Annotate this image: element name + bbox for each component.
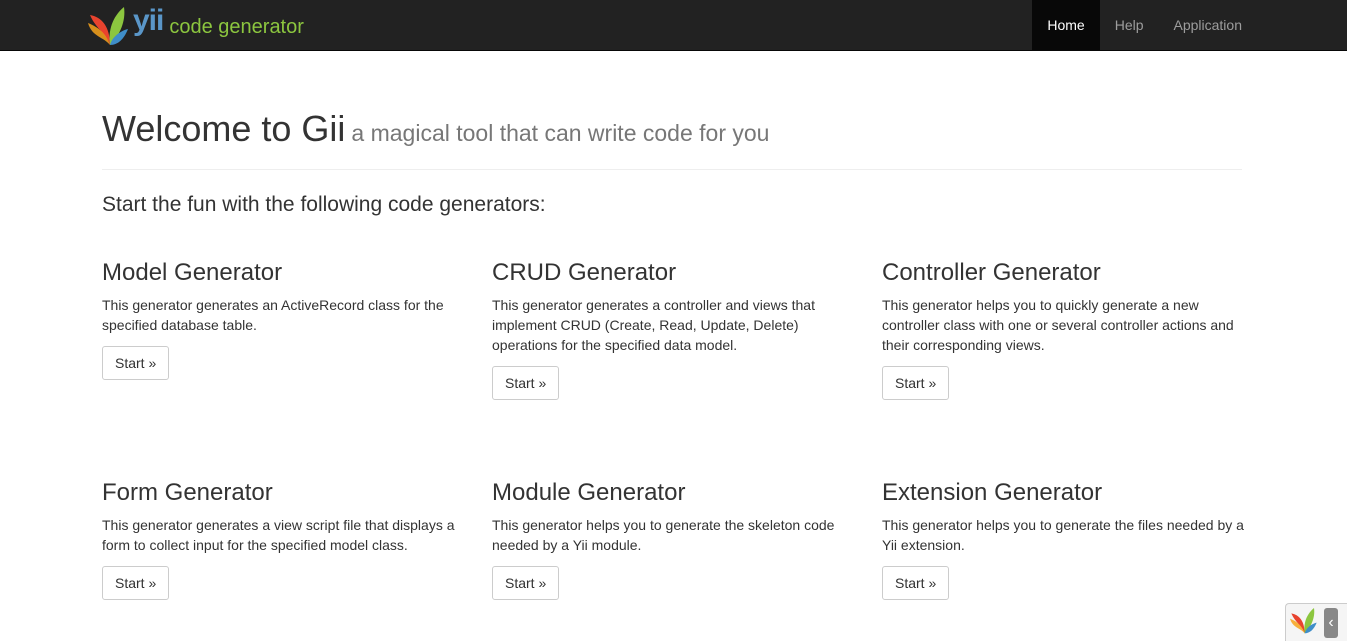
generator-module: Module Generator This generator helps yo… <box>492 478 857 600</box>
generator-extension: Extension Generator This generator helps… <box>882 478 1247 600</box>
generator-crud: CRUD Generator This generator generates … <box>492 258 857 400</box>
page-subtitle: a magical tool that can write code for y… <box>351 120 770 146</box>
generator-model: Model Generator This generator generates… <box>102 258 467 380</box>
brand-wordmark: yii <box>133 4 164 37</box>
nav-item-home[interactable]: Home <box>1032 0 1100 50</box>
brand-link[interactable]: yii code generator <box>88 3 304 47</box>
yii-leaf-logo-icon <box>1290 605 1318 640</box>
generator-form: Form Generator This generator generates … <box>102 478 467 600</box>
generator-title: Form Generator <box>102 479 273 506</box>
nav-item-help[interactable]: Help <box>1100 0 1159 50</box>
lead-text: Start the fun with the following code ge… <box>102 193 546 216</box>
start-module-button[interactable]: Start » <box>492 566 560 600</box>
generator-controller: Controller Generator This generator help… <box>882 258 1247 400</box>
generator-title: Model Generator <box>102 259 283 286</box>
start-crud-button[interactable]: Start » <box>492 366 560 400</box>
generator-description: This generator generates a view script f… <box>102 517 455 553</box>
generator-description: This generator helps you to generate the… <box>882 517 1244 553</box>
top-navbar: yii code generator Home Help Application <box>0 0 1347 51</box>
start-form-button[interactable]: Start » <box>102 566 170 600</box>
generator-description: This generator helps you to generate the… <box>492 517 835 553</box>
generator-title: Module Generator <box>492 479 686 506</box>
generator-description: This generator generates an ActiveRecord… <box>102 297 444 333</box>
debug-toolbar-toggle[interactable]: ‹ <box>1285 603 1347 641</box>
start-controller-button[interactable]: Start » <box>882 366 950 400</box>
generator-title: Controller Generator <box>882 259 1101 286</box>
start-model-button[interactable]: Start » <box>102 346 170 380</box>
generator-description: This generator helps you to quickly gene… <box>882 297 1234 353</box>
page-title: Welcome to Gii a magical tool that can wr… <box>102 109 1242 153</box>
brand-subtitle: code generator <box>169 15 304 38</box>
generator-description: This generator generates a controller an… <box>492 297 815 353</box>
yii-leaf-logo-icon <box>88 3 130 47</box>
start-extension-button[interactable]: Start » <box>882 566 950 600</box>
generator-title: Extension Generator <box>882 479 1103 506</box>
generator-title: CRUD Generator <box>492 259 677 286</box>
main-nav: Home Help Application <box>1032 0 1257 50</box>
page-header: Welcome to Gii a magical tool that can wr… <box>102 109 1242 170</box>
nav-item-application[interactable]: Application <box>1159 0 1258 50</box>
page-title-text: Welcome to Gii <box>102 108 346 149</box>
chevron-left-icon[interactable]: ‹ <box>1324 607 1338 638</box>
